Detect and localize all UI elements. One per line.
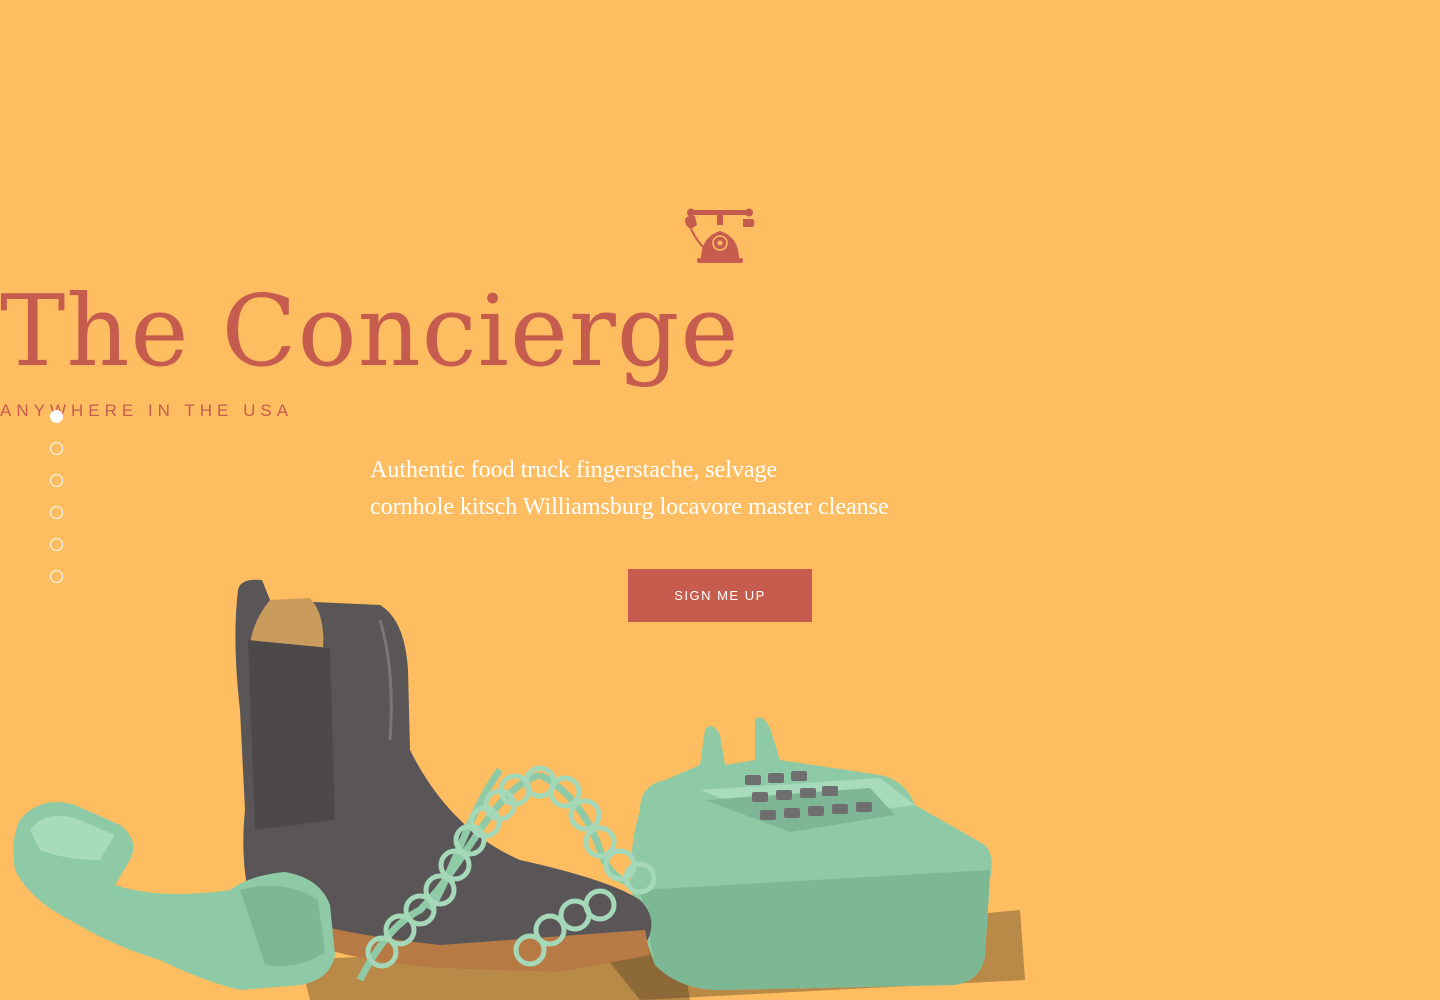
slide-dot-6[interactable] [50, 570, 63, 583]
sign-up-button[interactable]: SIGN ME UP [628, 569, 812, 622]
slide-dot-2[interactable] [50, 442, 63, 455]
slide-navigation [49, 410, 67, 602]
hero-description-line: cornhole kitsch Williamsburg locavore ma… [370, 494, 889, 520]
hero-description: Authentic food truck fingerstache, selva… [370, 452, 1070, 526]
rotary-telephone-icon [685, 208, 755, 263]
telephone-base [631, 717, 992, 990]
hero-section: The Concierge ANYWHERE IN THE USA Authen… [0, 0, 1440, 1000]
slide-dot-5[interactable] [50, 538, 63, 551]
hero-illustration [13, 579, 1025, 1000]
slide-dot-4[interactable] [50, 506, 63, 519]
hero-description-line: Authentic food truck fingerstache, selva… [370, 457, 778, 483]
page-title: The Concierge [0, 275, 740, 389]
slide-dot-1[interactable] [50, 410, 63, 423]
page-subtitle: ANYWHERE IN THE USA [0, 401, 294, 420]
slide-dot-3[interactable] [50, 474, 63, 487]
